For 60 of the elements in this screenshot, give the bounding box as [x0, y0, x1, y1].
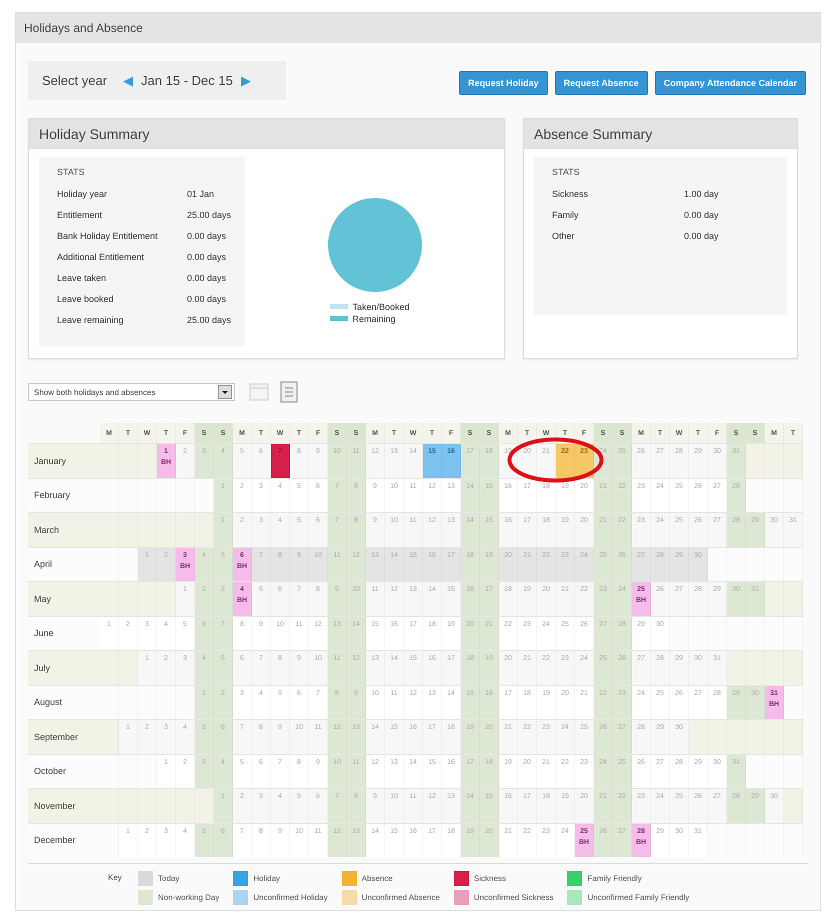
stat-value: 01 Jan [187, 189, 214, 201]
stat-label: Leave taken [57, 273, 108, 285]
key-text: Holiday [253, 874, 280, 882]
dropdown-caret-icon[interactable] [218, 385, 232, 399]
legend-label: Taken/Booked [352, 300, 410, 312]
stats-heading: STATS [57, 167, 86, 177]
legend-label: Remaining [352, 312, 396, 324]
previous-year-arrow[interactable]: ◀ [123, 73, 134, 88]
month-label: May [33, 592, 52, 606]
stat-value: 0.00 days [187, 252, 226, 264]
stat-label: Other [552, 231, 576, 243]
stat-value: 0.00 days [187, 294, 226, 306]
stat-value: 25.00 days [187, 210, 232, 222]
stat-value: 1.00 day [684, 189, 719, 201]
stat-label: Leave remaining [57, 315, 125, 327]
list-view-icon[interactable] [279, 381, 299, 403]
stat-label: Additional Entitlement [57, 252, 146, 264]
stat-label: Family [552, 210, 580, 222]
key-text: Non-working Day [158, 892, 220, 902]
stat-value: 0.00 days [187, 273, 226, 285]
month-label: July [33, 662, 52, 675]
stat-label: Leave booked [57, 294, 115, 306]
stats-heading: STATS [552, 167, 581, 177]
month-label: November [33, 800, 77, 813]
key-text: Unconfirmed Absence [362, 892, 440, 902]
month-label: June [33, 627, 55, 640]
key-text: Unconfirmed Sickness [474, 892, 554, 902]
key-text: Today [158, 874, 180, 882]
month-label: January [33, 454, 68, 468]
panel-title: Absence Summary [524, 119, 797, 149]
stat-label: Entitlement [57, 210, 104, 222]
panel-title: Holiday Summary [29, 119, 504, 149]
month-label: February [33, 489, 72, 502]
stat-value: 0.00 day [684, 210, 719, 222]
stat-value: 0.00 day [684, 231, 719, 243]
key-label: Key [108, 873, 123, 882]
month-label: December [33, 834, 77, 848]
stat-value: 0.00 days [187, 231, 226, 243]
stat-label: Bank Holiday Entitlement [57, 231, 159, 243]
key-text: Sickness [474, 874, 506, 882]
next-year-arrow[interactable]: ▶ [240, 73, 251, 88]
key-text: Unconfirmed Holiday [253, 892, 328, 902]
month-label: April [33, 558, 54, 572]
action-button[interactable]: Request Absence [554, 71, 648, 95]
month-label: August [33, 696, 64, 710]
stat-label: Holiday year [57, 189, 108, 201]
stat-value: 25.00 days [187, 315, 232, 327]
filter-dropdown[interactable]: Show both holidays and absences [28, 383, 235, 401]
action-button[interactable]: Company Attendance Calendar [654, 71, 806, 95]
action-button[interactable]: Request Holiday [459, 71, 548, 95]
month-label: October [33, 765, 68, 778]
month-label: March [33, 524, 60, 537]
year-range: Jan 15 - Dec 15 [141, 73, 233, 88]
page-title: Holidays and Absence [16, 13, 820, 43]
key-text: Family Friendly [587, 874, 642, 882]
key-text: Unconfirmed Family Friendly [587, 892, 690, 902]
year-label: Select year [42, 73, 108, 88]
key-text: Absence [362, 874, 393, 882]
stat-label: Sickness [552, 189, 590, 201]
month-label: September [33, 730, 80, 744]
